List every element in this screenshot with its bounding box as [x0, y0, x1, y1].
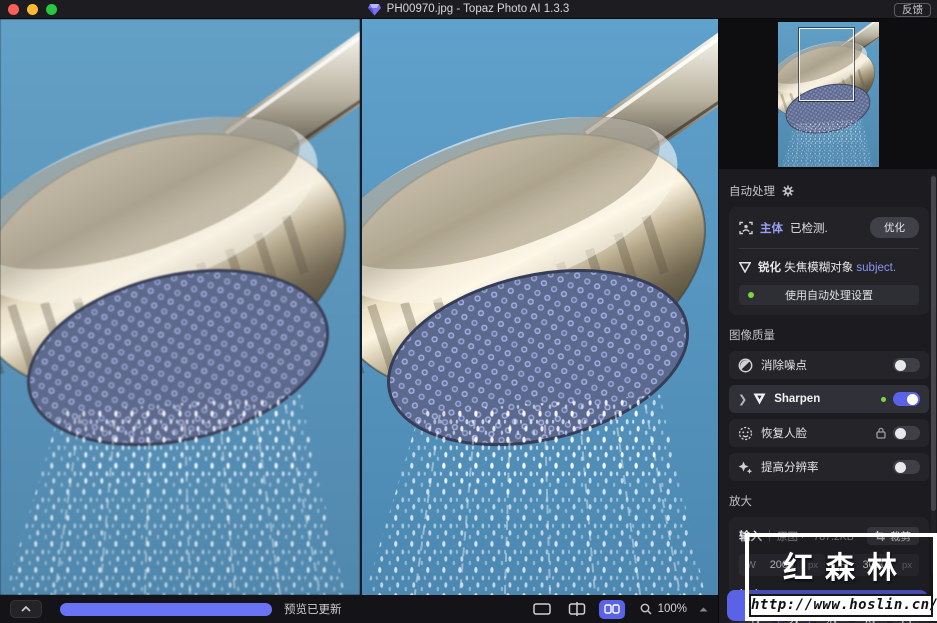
- lock-icon: [876, 427, 886, 439]
- upscale-toggle[interactable]: [893, 460, 920, 474]
- zoom-level[interactable]: 100%: [658, 603, 687, 615]
- divider: [739, 248, 919, 249]
- side-by-side-icon: [603, 604, 620, 614]
- filter-denoise[interactable]: 消除噪点: [729, 351, 929, 379]
- filter-sharpen[interactable]: ❯ Sharpen: [729, 385, 929, 413]
- filter-face-recovery[interactable]: 恢复人脸: [729, 419, 929, 447]
- after-image[interactable]: [362, 19, 718, 595]
- chevron-right-icon[interactable]: ❯: [738, 393, 747, 406]
- sharpen-toggle[interactable]: [893, 392, 920, 406]
- denoise-icon: [738, 358, 753, 372]
- split-view-icon: [568, 602, 585, 616]
- watermark-url: http://www.hoslin.cn/: [749, 594, 937, 617]
- autopilot-action: 锐化: [758, 262, 781, 274]
- refine-subject-button[interactable]: 优化: [870, 217, 919, 238]
- watermark: 红森林 http://www.hoslin.cn/: [745, 533, 937, 621]
- navigator: [719, 19, 937, 169]
- statusbar: 预览已更新 100%: [0, 595, 718, 623]
- preview-progress-bar: [60, 602, 272, 616]
- filter-upscale[interactable]: 提高分辨率: [729, 453, 929, 481]
- topaz-logo-icon: [367, 3, 381, 15]
- status-dot: [748, 292, 754, 298]
- sharpen-icon: [753, 393, 766, 405]
- minimize-window-button[interactable]: [27, 3, 38, 15]
- magnifier-icon: [640, 603, 652, 615]
- app-window: PH00970.jpg - Topaz Photo AI 1.3.3 反馈 自动…: [0, 0, 937, 623]
- before-image[interactable]: [0, 19, 360, 595]
- single-view-button[interactable]: [529, 600, 555, 619]
- zoom-window-button[interactable]: [46, 3, 57, 15]
- close-window-button[interactable]: [8, 3, 19, 15]
- denoise-toggle[interactable]: [893, 358, 920, 372]
- preview-canvas[interactable]: [0, 19, 718, 595]
- navigator-view-rect[interactable]: [799, 28, 854, 101]
- quality-header: 图像质量: [729, 330, 775, 342]
- subject-status: 已检测.: [790, 222, 828, 235]
- apply-autopilot-button[interactable]: 使用自动处理设置: [739, 285, 919, 305]
- sharpen-triangle-icon: [739, 261, 751, 273]
- upscale-icon: [738, 461, 753, 474]
- side-by-side-view-button[interactable]: [598, 599, 625, 619]
- autopilot-header: 自动处理: [729, 186, 775, 198]
- collapse-panel-button[interactable]: [10, 600, 42, 618]
- window-controls: [8, 3, 57, 15]
- face-recovery-icon: [738, 426, 753, 440]
- subject-detect-icon: [739, 221, 753, 234]
- subject-link[interactable]: 主体: [760, 220, 783, 236]
- split-view-button[interactable]: [564, 600, 590, 619]
- chevron-up-icon: [21, 606, 31, 612]
- preview-status: 预览已更新: [284, 604, 342, 616]
- resize-header: 放大: [729, 496, 752, 508]
- autopilot-subject-link[interactable]: subject.: [856, 262, 896, 274]
- gear-icon[interactable]: [782, 185, 794, 197]
- navigator-thumbnail[interactable]: [778, 22, 879, 167]
- autopilot-action-desc: 失焦模糊对象: [784, 262, 854, 274]
- face-recovery-toggle[interactable]: [893, 426, 920, 440]
- zoom-control[interactable]: 100%: [640, 603, 708, 615]
- filter-active-dot: [881, 396, 886, 402]
- single-view-icon: [532, 603, 551, 615]
- titlebar: PH00970.jpg - Topaz Photo AI 1.3.3 反馈: [0, 0, 937, 19]
- zoom-dropdown-caret-icon[interactable]: [699, 607, 708, 612]
- autopilot-card: 主体 已检测. 优化 锐化 失焦模糊对象 subject. 使用自动处理设置: [729, 207, 929, 315]
- sidebar-scrollbar[interactable]: [931, 174, 936, 574]
- scrollbar-thumb[interactable]: [931, 176, 936, 511]
- window-title: PH00970.jpg - Topaz Photo AI 1.3.3: [386, 3, 570, 15]
- watermark-name: 红森林: [783, 552, 909, 585]
- feedback-button[interactable]: 反馈: [894, 2, 931, 17]
